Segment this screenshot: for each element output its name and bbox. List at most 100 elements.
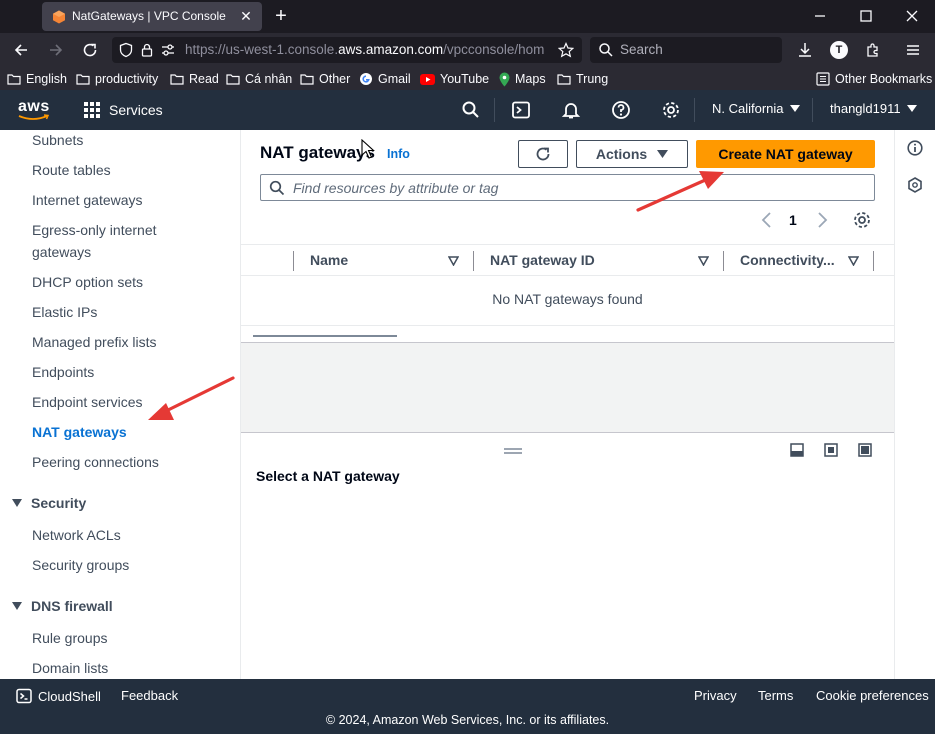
url-bar[interactable]: https://us-west-1.console.aws.amazon.com… <box>112 37 582 63</box>
horizontal-scrollbar[interactable] <box>253 335 397 337</box>
sidebar-item-domain-lists[interactable]: Domain lists <box>32 657 227 679</box>
empty-state-message: No NAT gateways found <box>492 291 643 307</box>
panel-full-icon[interactable] <box>858 443 872 457</box>
sidebar-item-network-acls[interactable]: Network ACLs <box>32 524 227 546</box>
drag-handle-icon[interactable] <box>504 448 522 454</box>
bookmark-gmail[interactable]: Gmail <box>359 70 411 88</box>
sidebar-item-endpoints[interactable]: Endpoints <box>32 361 227 383</box>
column-header-connectivity[interactable]: Connectivity... <box>740 252 835 268</box>
terms-link[interactable]: Terms <box>758 688 793 703</box>
refresh-button[interactable] <box>518 140 568 168</box>
sidebar-item-nat-gateways[interactable]: NAT gateways <box>32 421 227 443</box>
info-panel-icon[interactable] <box>907 140 923 156</box>
caret-down-icon <box>12 499 22 507</box>
cookie-preferences-link[interactable]: Cookie preferences <box>816 688 929 703</box>
filter-placeholder: Find resources by attribute or tag <box>293 180 499 196</box>
bookmark-trung[interactable]: Trung <box>557 70 608 88</box>
section-label: Security <box>31 495 87 511</box>
bookmark-star-icon[interactable] <box>558 42 574 58</box>
bookmark-other[interactable]: Other <box>300 70 350 88</box>
back-icon[interactable] <box>12 41 30 59</box>
cloudshell-icon[interactable] <box>511 100 531 120</box>
tutorial-hexagon-icon[interactable] <box>907 177 923 193</box>
browser-search-bar[interactable]: Search <box>590 37 782 63</box>
services-button[interactable]: Services <box>84 100 163 120</box>
permissions-icon[interactable] <box>160 42 176 58</box>
browser-tab[interactable]: NatGateways | VPC Console ✕ <box>42 2 262 31</box>
bookmark-youtube[interactable]: YouTube <box>420 70 489 88</box>
url-text[interactable]: https://us-west-1.console.aws.amazon.com… <box>185 42 550 57</box>
youtube-icon <box>420 73 435 85</box>
search-icon[interactable] <box>461 100 481 120</box>
sidebar-item-egress-only-internet-gateways[interactable]: Egress-only internet gateways <box>32 219 182 263</box>
services-label: Services <box>109 102 163 118</box>
column-header-nat-gateway-id[interactable]: NAT gateway ID <box>490 252 595 268</box>
downloads-icon[interactable] <box>796 41 814 59</box>
sidebar-item-elastic-ips[interactable]: Elastic IPs <box>32 301 227 323</box>
footer: CloudShell Feedback Privacy Terms Cookie… <box>0 679 935 734</box>
page-number[interactable]: 1 <box>789 212 797 228</box>
settings-gear-icon[interactable] <box>661 100 681 120</box>
bookmark-label: Trung <box>576 72 609 86</box>
copyright-text: © 2024, Amazon Web Services, Inc. or its… <box>325 713 610 727</box>
sidebar-item-subnets[interactable]: Subnets <box>32 130 227 151</box>
profile-avatar[interactable]: T <box>830 41 848 59</box>
panel-side-icon[interactable] <box>824 443 838 457</box>
sidebar-item-endpoint-services[interactable]: Endpoint services <box>32 391 227 413</box>
filter-input[interactable]: Find resources by attribute or tag <box>260 174 875 201</box>
sidebar-item-route-tables[interactable]: Route tables <box>32 159 227 181</box>
sort-icon[interactable] <box>848 256 859 266</box>
menu-icon[interactable] <box>904 41 922 59</box>
other-bookmarks[interactable]: Other Bookmarks <box>816 70 932 88</box>
browser-nav-bar: https://us-west-1.console.aws.amazon.com… <box>0 33 935 67</box>
sort-icon[interactable] <box>448 256 459 266</box>
folder-icon <box>170 74 184 85</box>
column-divider <box>723 251 724 271</box>
notifications-bell-icon[interactable] <box>561 100 581 120</box>
aws-logo[interactable]: aws <box>16 98 50 122</box>
url-prefix: https://us-west-1.console. <box>185 42 339 57</box>
sort-icon[interactable] <box>698 256 709 266</box>
info-link[interactable]: Info <box>387 147 410 161</box>
next-page-icon[interactable] <box>815 211 829 229</box>
new-tab-icon[interactable]: + <box>272 6 290 26</box>
minimize-icon[interactable] <box>812 8 828 24</box>
sidebar-section-security[interactable]: Security <box>12 495 86 511</box>
reload-icon[interactable] <box>81 41 99 59</box>
bookmark-ca-nhan[interactable]: Cá nhân <box>226 70 292 88</box>
bookmark-english[interactable]: English <box>7 70 67 88</box>
lock-icon[interactable] <box>139 42 155 58</box>
sidebar-item-managed-prefix-lists[interactable]: Managed prefix lists <box>32 331 227 353</box>
close-window-icon[interactable] <box>904 8 920 24</box>
panel-bottom-icon[interactable] <box>790 443 804 457</box>
sidebar-item-dhcp-option-sets[interactable]: DHCP option sets <box>32 271 227 293</box>
help-icon[interactable] <box>611 100 631 120</box>
region-selector[interactable]: N. California <box>712 101 800 116</box>
forward-icon[interactable] <box>47 41 65 59</box>
tab-close-icon[interactable]: ✕ <box>238 8 254 24</box>
sidebar: Subnets Route tables Internet gateways E… <box>0 130 241 679</box>
shield-icon[interactable] <box>118 42 134 58</box>
feedback-link[interactable]: Feedback <box>121 688 178 703</box>
maximize-icon[interactable] <box>858 8 874 24</box>
actions-button[interactable]: Actions <box>576 140 688 168</box>
sidebar-section-dns-firewall[interactable]: DNS firewall <box>12 598 113 614</box>
folder-icon <box>76 74 90 85</box>
sidebar-item-security-groups[interactable]: Security groups <box>32 554 227 576</box>
extensions-icon[interactable] <box>864 41 882 59</box>
account-menu[interactable]: thangld1911 <box>830 101 917 116</box>
bookmark-productivity[interactable]: productivity <box>76 70 158 88</box>
privacy-link[interactable]: Privacy <box>694 688 737 703</box>
bookmark-maps[interactable]: Maps <box>499 70 546 88</box>
bookmark-read[interactable]: Read <box>170 70 219 88</box>
table-settings-gear-icon[interactable] <box>852 210 872 230</box>
divider <box>812 98 813 122</box>
create-nat-gateway-button[interactable]: Create NAT gateway <box>696 140 875 168</box>
cloudshell-link[interactable]: CloudShell <box>16 688 101 704</box>
previous-page-icon[interactable] <box>760 211 774 229</box>
caret-down-icon <box>789 105 800 112</box>
column-header-name[interactable]: Name <box>310 252 348 268</box>
sidebar-item-peering-connections[interactable]: Peering connections <box>32 451 227 473</box>
sidebar-item-rule-groups[interactable]: Rule groups <box>32 627 227 649</box>
sidebar-item-internet-gateways[interactable]: Internet gateways <box>32 189 227 211</box>
